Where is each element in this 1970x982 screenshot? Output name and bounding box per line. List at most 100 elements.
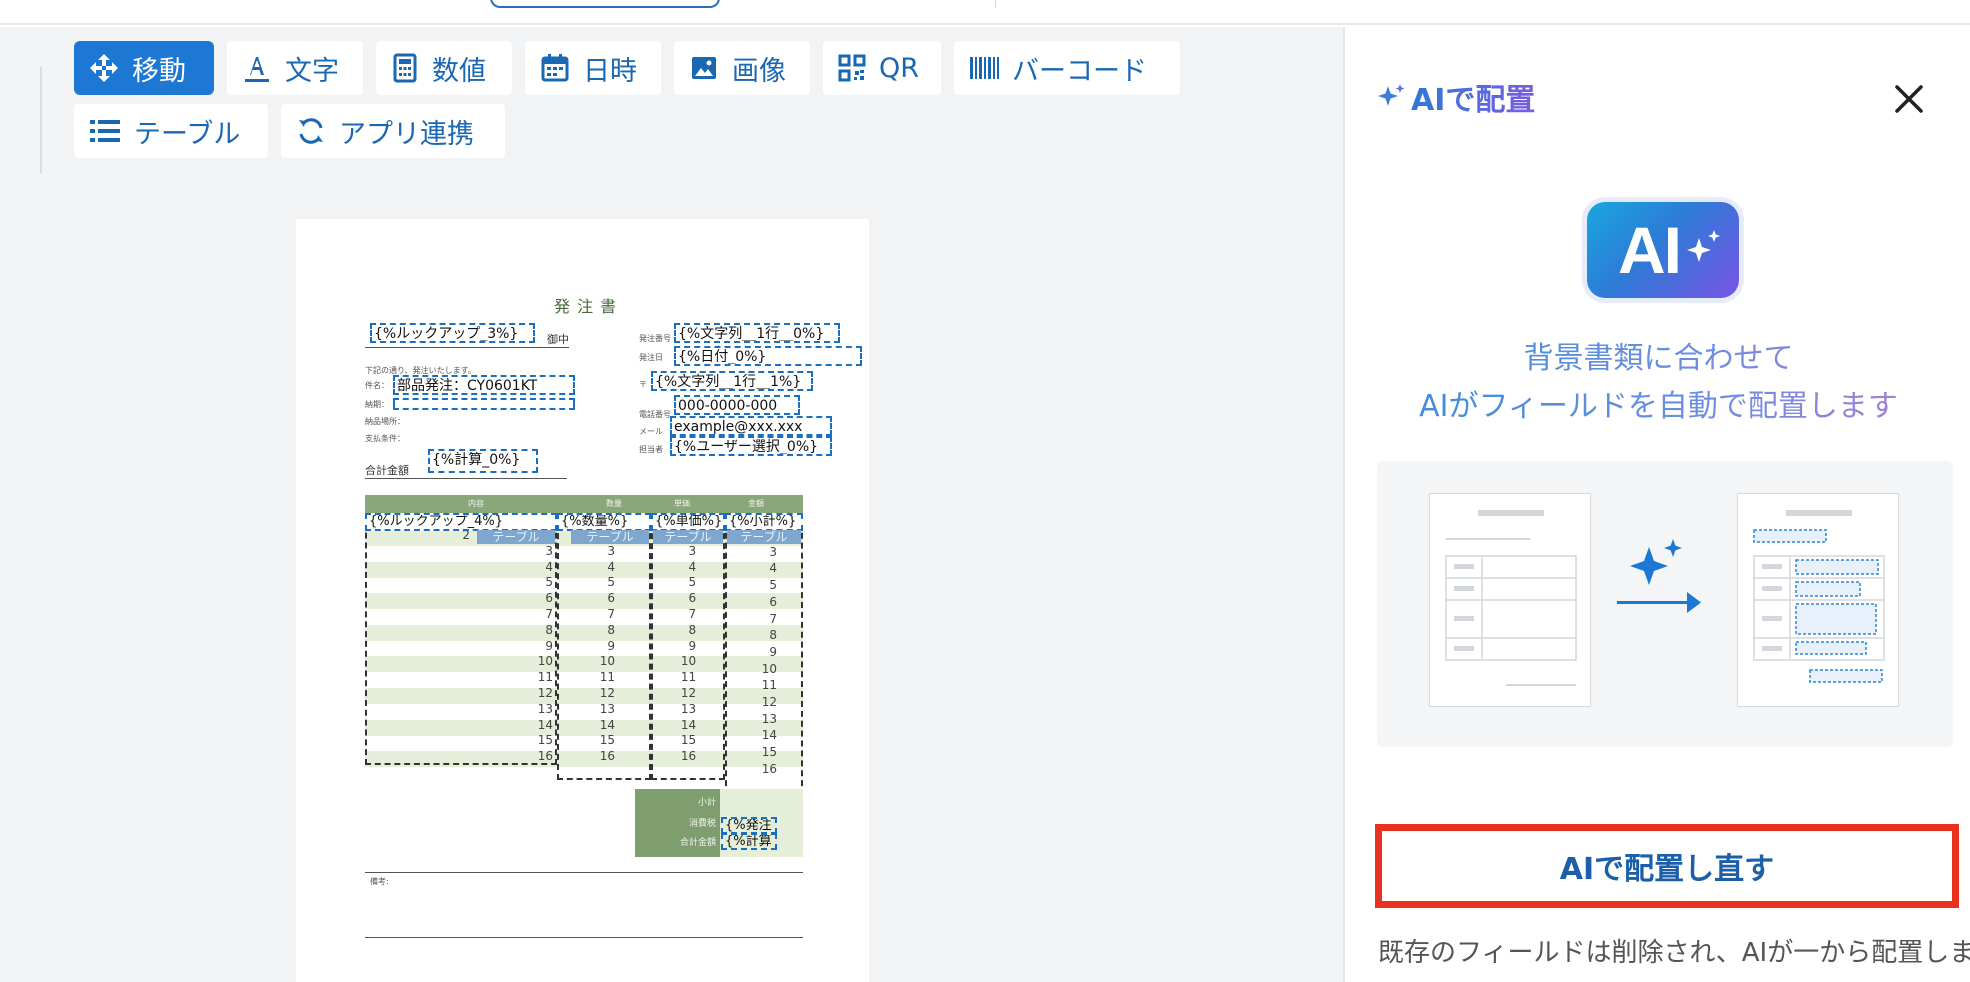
tool-number-button[interactable]: 数値: [376, 41, 512, 95]
divider: [365, 937, 803, 938]
subtotal-label: 小計: [697, 798, 716, 808]
staff-field[interactable]: {%ユーザー選択_0%}: [670, 436, 832, 456]
ai-logo-text: AI: [1618, 213, 1682, 287]
subject-label: 件名：: [365, 381, 389, 390]
document-title: 発 注 書: [554, 297, 618, 316]
close-icon[interactable]: [1891, 81, 1927, 117]
phone-label: 電話番号: [639, 410, 671, 419]
column-outline: [725, 513, 803, 796]
header-price: 単価: [674, 499, 690, 508]
table-field-qty[interactable]: {%数量%}: [557, 513, 651, 531]
list-icon: [90, 120, 120, 142]
tool-label: QR: [879, 52, 920, 84]
order-date-label: 発注日: [639, 353, 663, 362]
divider: [365, 872, 803, 873]
panel-description-line1: 背景書類に合わせて: [1345, 333, 1970, 377]
tool-label: 数値: [432, 55, 486, 87]
header-content: 内容: [468, 499, 484, 508]
tool-label: 画像: [732, 55, 786, 87]
total-field[interactable]: {%計算_0%}: [428, 449, 538, 473]
table-header: 内容 数量 単価 金額: [365, 495, 803, 513]
doc-before-illustration: [1429, 493, 1591, 707]
panel-title-text: AIで配置: [1411, 75, 1535, 119]
divider: [995, 0, 996, 8]
qr-icon: [838, 54, 866, 82]
order-date-field[interactable]: {%日付_0%}: [674, 346, 862, 366]
table-chip: テーブル: [727, 530, 801, 544]
tax-field[interactable]: {%発注: [721, 817, 777, 834]
total-label: 合計金額: [365, 464, 409, 477]
table-chip: テーブル: [653, 530, 723, 544]
recipient-field[interactable]: {%ルックアップ_3%}: [370, 323, 535, 343]
items-table: 内容 数量 単価 金額 2333344445555666677778888999…: [365, 495, 803, 796]
panel-note: 既存のフィールドは削除され、AIが一から配置します。: [1378, 938, 1970, 968]
table-field-price[interactable]: {%単価%}: [651, 513, 725, 531]
tool-app-link-button[interactable]: アプリ連携: [281, 104, 505, 158]
deadline-field[interactable]: [393, 398, 575, 410]
calculator-icon: [393, 53, 417, 83]
postal-field[interactable]: {%文字列__1行__1%}: [651, 371, 813, 391]
underline: [365, 478, 567, 479]
top-bar: [0, 0, 1970, 25]
tool-label: バーコード: [1012, 55, 1147, 87]
order-no-field[interactable]: {%文字列__1行__0%}: [674, 323, 840, 343]
table-chip: テーブル: [571, 530, 649, 544]
underline: [365, 347, 569, 348]
tool-label: 文字: [285, 55, 339, 87]
document-page: 発 注 書 {%ルックアップ_3%} 御中 発注番号 {%文字列__1行__0%…: [296, 219, 869, 982]
grand-total-label: 合計金額: [679, 838, 716, 848]
tool-barcode-button[interactable]: バーコード: [954, 41, 1180, 95]
tool-text-button[interactable]: 文字: [227, 41, 363, 95]
email-field[interactable]: example@xxx.xxx: [670, 416, 832, 436]
tool-label: 日時: [583, 55, 637, 87]
sparkle-icon: [1687, 230, 1720, 262]
email-label: メール: [639, 427, 663, 436]
column-outline: [557, 513, 651, 780]
image-icon: [692, 57, 716, 79]
panel-description-line2: AIがフィールドを自動で配置します: [1345, 381, 1970, 425]
order-no-label: 発注番号: [639, 334, 671, 343]
tool-label: 移動: [132, 55, 186, 87]
ai-logo: AI: [1587, 202, 1739, 298]
sync-icon: [299, 118, 323, 144]
panel-title: AIで配置: [1377, 75, 1535, 119]
deadline-label: 納期：: [365, 400, 389, 409]
payment-label: 支払条件：: [365, 434, 405, 443]
tool-image-button[interactable]: 画像: [674, 41, 810, 95]
doc-after-illustration: [1737, 493, 1899, 707]
text-icon: [245, 57, 269, 82]
move-icon: [90, 54, 118, 82]
redo-ai-placement-button[interactable]: AIで配置し直す: [1375, 824, 1959, 908]
header-qty: 数量: [606, 499, 622, 508]
canvas-area: 移動 文字 数値 日時 画像 QR バーコード テーブル アプリ連携 発 注 書…: [0, 27, 1343, 982]
column-outline: [365, 513, 557, 765]
tool-label: アプリ連携: [339, 118, 474, 150]
grand-total-field[interactable]: {%計算: [721, 833, 777, 850]
table-field-content[interactable]: {%ルックアップ_4%}: [365, 513, 557, 531]
tool-label: テーブル: [134, 118, 241, 150]
table-field-amount[interactable]: {%小計%}: [725, 513, 803, 531]
tool-qr-button[interactable]: QR: [823, 41, 941, 95]
top-tab[interactable]: [490, 0, 720, 8]
calendar-icon: [541, 54, 569, 82]
tool-table-button[interactable]: テーブル: [74, 104, 268, 158]
honorific-label: 御中: [547, 333, 569, 346]
tool-datetime-button[interactable]: 日時: [525, 41, 661, 95]
ai-placement-panel: AIで配置 AI 背景書類に合わせて AIがフィールドを自動で配置します AIで…: [1343, 27, 1970, 982]
sparkle-icon: [1378, 84, 1405, 106]
tax-label: 消費税: [688, 819, 716, 829]
subject-field[interactable]: 部品発注：CY0601KT: [393, 375, 575, 395]
tool-move-button[interactable]: 移動: [74, 41, 214, 95]
arrow-sparkle-icon: [1617, 539, 1701, 613]
postal-label: 〒: [639, 380, 647, 389]
header-amount: 金額: [748, 499, 764, 508]
barcode-icon: [970, 57, 999, 79]
column-outline: [651, 513, 725, 780]
table-chip: テーブル: [477, 530, 555, 544]
summary-block: 小計 消費税 合計金額: [635, 789, 720, 857]
illustration: [1377, 461, 1953, 747]
staff-label: 担当者: [639, 445, 663, 454]
toolbar-divider: [40, 67, 42, 173]
notes-label: 備考:: [370, 877, 389, 886]
phone-field[interactable]: 000-0000-000: [674, 395, 800, 415]
